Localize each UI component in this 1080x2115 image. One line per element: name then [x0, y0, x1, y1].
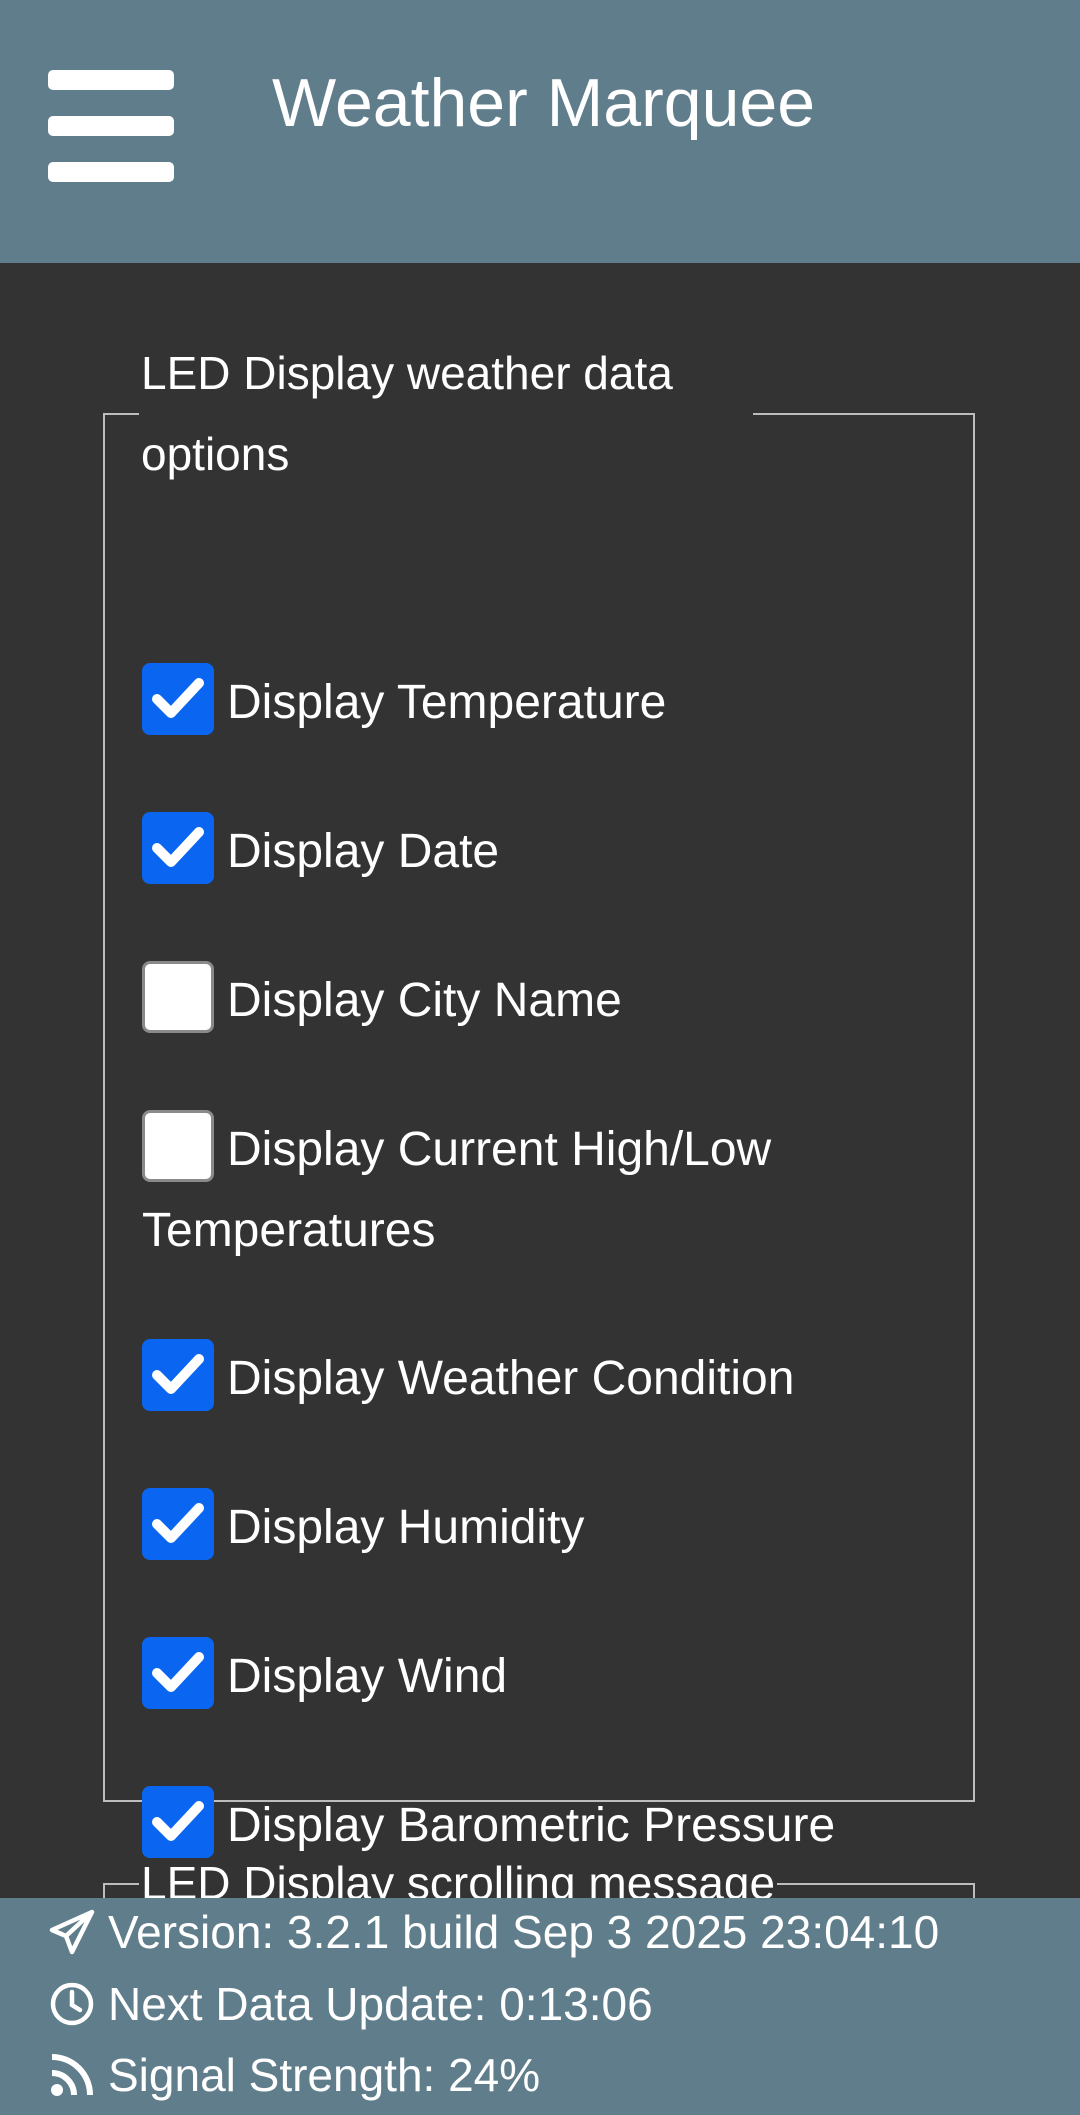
option-display-humidity[interactable]: Display Humidity — [142, 1487, 932, 1568]
option-label: Display Current High/Low Temperatures — [142, 1123, 772, 1257]
status-footer: Version: 3.2.1 build Sep 3 2025 23:04:10… — [0, 1898, 1080, 2115]
option-display-weather-condition[interactable]: Display Weather Condition — [142, 1338, 932, 1419]
option-display-date[interactable]: Display Date — [142, 811, 932, 892]
scrolling-message-legend: LED Display scrolling message — [141, 1857, 776, 1898]
option-label: Display Weather Condition — [227, 1352, 795, 1405]
next-update-text: Next Data Update: 0:13:06 — [108, 1978, 653, 2030]
app-header: Weather Marquee — [0, 0, 1080, 263]
option-label: Display Wind — [227, 1650, 508, 1703]
version-row: Version: 3.2.1 build Sep 3 2025 23:04:10 — [48, 1902, 939, 1962]
checkbox-unchecked[interactable] — [142, 1110, 214, 1183]
checkbox-checked[interactable] — [142, 812, 214, 885]
checkbox-checked[interactable] — [142, 1488, 214, 1561]
signal-text: Signal Strength: 24% — [108, 2049, 541, 2101]
page-title: Weather Marquee — [272, 65, 816, 141]
checkbox-checked[interactable] — [142, 663, 214, 736]
main-content: LED Display weather data options Display… — [0, 263, 1080, 1898]
option-display-city-name[interactable]: Display City Name — [142, 960, 932, 1041]
scrolling-message-fieldset: LED Display scrolling message — [103, 1843, 975, 1898]
checkbox-unchecked[interactable] — [142, 961, 214, 1034]
option-label: Display City Name — [227, 974, 622, 1027]
signal-row: Signal Strength: 24% — [48, 2045, 540, 2105]
option-label: Display Temperature — [227, 676, 667, 729]
hamburger-menu-icon[interactable] — [48, 70, 174, 182]
option-label: Display Date — [227, 825, 500, 878]
weather-options-fieldset: LED Display weather data options Display… — [103, 333, 975, 1859]
version-text: Version: 3.2.1 build Sep 3 2025 23:04:10 — [108, 1906, 940, 1958]
option-display-wind[interactable]: Display Wind — [142, 1636, 932, 1717]
paper-plane-icon — [48, 1908, 96, 1956]
checkbox-checked[interactable] — [142, 1637, 214, 1710]
rss-signal-icon — [48, 2051, 96, 2099]
option-display-high-low[interactable]: Display Current High/Low Temperatures — [142, 1109, 932, 1271]
option-label: Display Humidity — [227, 1501, 585, 1554]
option-display-temperature[interactable]: Display Temperature — [142, 662, 932, 743]
next-update-row: Next Data Update: 0:13:06 — [48, 1974, 653, 2034]
checkbox-checked[interactable] — [142, 1339, 214, 1412]
clock-icon — [48, 1980, 96, 2028]
weather-options-legend: LED Display weather data options — [141, 347, 673, 480]
